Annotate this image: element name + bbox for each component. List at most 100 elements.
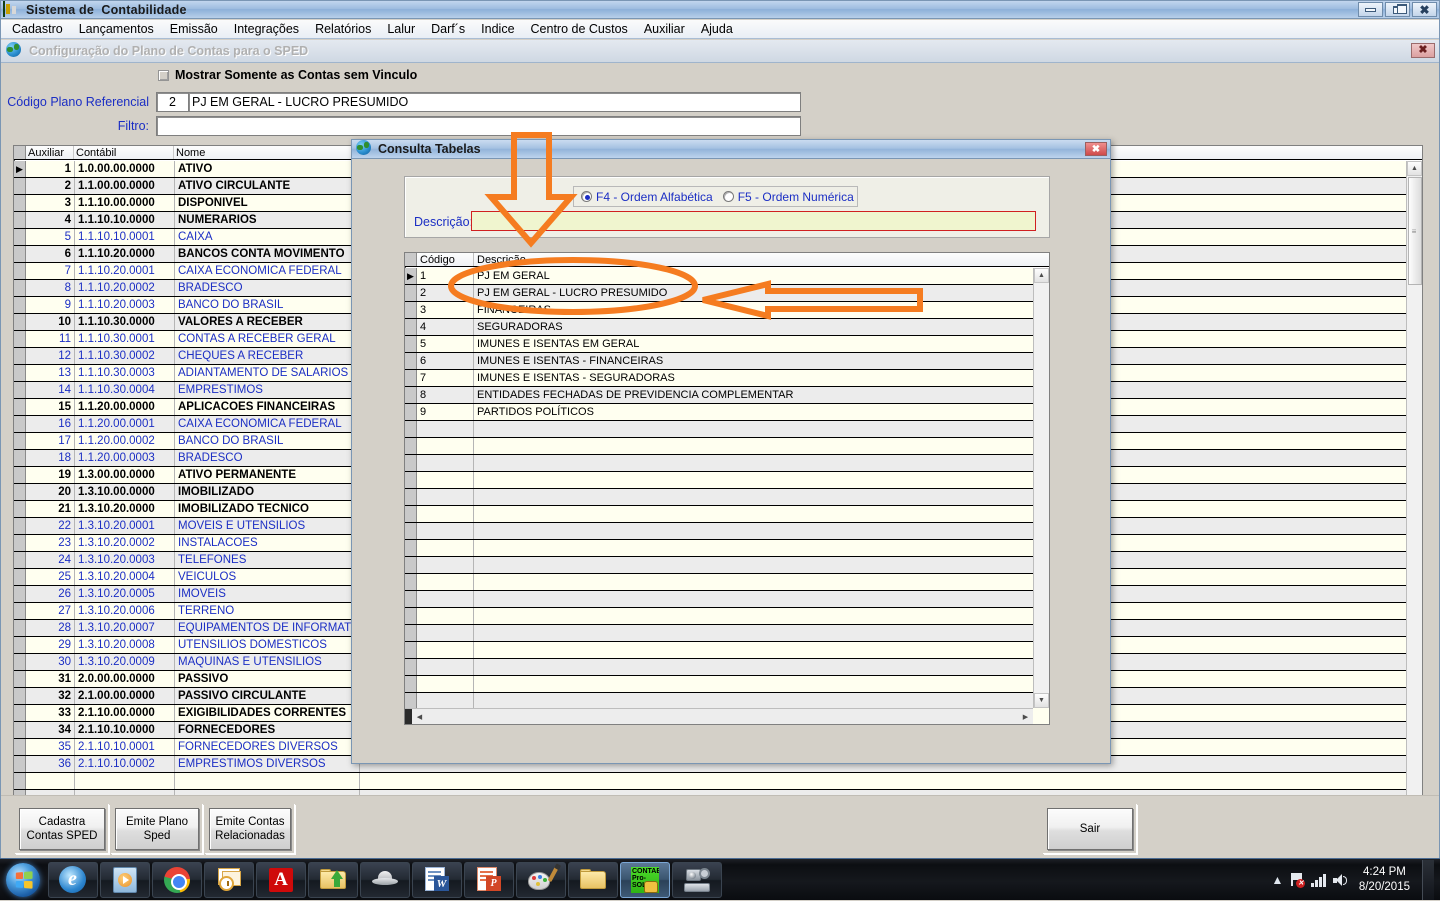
cell-contabil[interactable]: 1.1.10.20.0001: [74, 263, 174, 279]
dialog-cell-descricao[interactable]: [474, 489, 1033, 505]
row-indicator[interactable]: [14, 773, 26, 789]
cell-auxiliar[interactable]: 21: [26, 501, 74, 517]
list-item[interactable]: ▶ 1 PJ EM GERAL: [405, 268, 1033, 285]
cell-nome[interactable]: CAIXA ECONOMICA FEDERAL: [174, 263, 359, 279]
cell-auxiliar[interactable]: 6: [26, 246, 74, 262]
dialog-row-indicator[interactable]: [405, 472, 417, 488]
dialog-cell-codigo[interactable]: [417, 659, 474, 675]
list-item[interactable]: 7 IMUNES E ISENTAS - SEGURADORAS: [405, 370, 1033, 387]
cell-nome[interactable]: [174, 773, 359, 789]
dialog-scroll-left-button[interactable]: ◀: [412, 709, 427, 724]
cell-contabil[interactable]: 1.1.10.10.0001: [74, 229, 174, 245]
list-item[interactable]: [405, 455, 1033, 472]
taskbar-paint[interactable]: [516, 861, 566, 898]
row-indicator[interactable]: [14, 518, 26, 534]
cell-nome[interactable]: CAIXA ECONOMICA FEDERAL: [174, 416, 359, 432]
dialog-cell-codigo[interactable]: 5: [417, 336, 474, 352]
row-indicator[interactable]: [14, 722, 26, 738]
dialog-cell-descricao[interactable]: [474, 625, 1033, 641]
row-indicator[interactable]: [14, 365, 26, 381]
cell-nome[interactable]: IMOVEIS: [174, 586, 359, 602]
menu-auxiliar[interactable]: Auxiliar: [636, 21, 693, 37]
cell-nome[interactable]: MOVEIS E UTENSILIOS: [174, 518, 359, 534]
taskbar-google-chrome[interactable]: [152, 861, 202, 898]
radio-ordem-alfabetica[interactable]: F4 - Ordem Alfabética: [581, 190, 713, 204]
row-indicator[interactable]: [14, 552, 26, 568]
list-item[interactable]: [405, 506, 1033, 523]
dialog-cell-descricao[interactable]: ENTIDADES FECHADAS DE PREVIDENCIA COMPLE…: [474, 387, 1033, 403]
dialog-cell-descricao[interactable]: [474, 472, 1033, 488]
dialog-cell-codigo[interactable]: 1: [417, 268, 474, 284]
cell-contabil[interactable]: 1.1.10.20.0003: [74, 297, 174, 313]
list-item[interactable]: 8 ENTIDADES FECHADAS DE PREVIDENCIA COMPL…: [405, 387, 1033, 404]
cell-auxiliar[interactable]: 19: [26, 467, 74, 483]
dialog-grid-header-descricao[interactable]: Descrição: [474, 253, 1049, 266]
cell-auxiliar[interactable]: 12: [26, 348, 74, 364]
cell-nome[interactable]: FORNECEDORES: [174, 722, 359, 738]
dialog-cell-descricao[interactable]: [474, 574, 1033, 590]
list-item[interactable]: [405, 608, 1033, 625]
row-indicator[interactable]: [14, 637, 26, 653]
row-indicator[interactable]: [14, 280, 26, 296]
dialog-row-indicator[interactable]: [405, 387, 417, 403]
cell-nome[interactable]: VEICULOS: [174, 569, 359, 585]
list-item[interactable]: [405, 574, 1033, 591]
cell-contabil[interactable]: 2.1.10.10.0001: [74, 739, 174, 755]
row-indicator[interactable]: [14, 229, 26, 245]
cell-contabil[interactable]: 1.1.10.10.0000: [74, 212, 174, 228]
row-indicator[interactable]: [14, 399, 26, 415]
cell-nome[interactable]: CHEQUES A RECEBER: [174, 348, 359, 364]
row-indicator[interactable]: [14, 178, 26, 194]
cell-auxiliar[interactable]: 5: [26, 229, 74, 245]
list-item[interactable]: [405, 540, 1033, 557]
cell-contabil[interactable]: 1.1.20.00.0002: [74, 433, 174, 449]
dialog-row-indicator[interactable]: [405, 370, 417, 386]
dialog-cell-descricao[interactable]: [474, 438, 1033, 454]
menu-cadastro[interactable]: Cadastro: [4, 21, 71, 37]
dialog-row-indicator[interactable]: [405, 438, 417, 454]
mdi-close-button[interactable]: ✖: [1411, 43, 1435, 58]
cell-auxiliar[interactable]: 15: [26, 399, 74, 415]
row-indicator[interactable]: [14, 756, 26, 772]
list-item[interactable]: 3 FINANCEIRAS: [405, 302, 1033, 319]
dialog-cell-descricao[interactable]: [474, 557, 1033, 573]
dialog-cell-codigo[interactable]: [417, 557, 474, 573]
row-indicator[interactable]: [14, 569, 26, 585]
menu-lalur[interactable]: Lalur: [379, 21, 423, 37]
grid-header-auxiliar[interactable]: Auxiliar: [26, 146, 74, 159]
dialog-cell-codigo[interactable]: [417, 540, 474, 556]
cell-nome[interactable]: IMOBILIZADO: [174, 484, 359, 500]
row-indicator[interactable]: [14, 501, 26, 517]
row-indicator[interactable]: [14, 297, 26, 313]
cell-nome[interactable]: BANCOS CONTA MOVIMENTO: [174, 246, 359, 262]
cell-auxiliar[interactable]: 17: [26, 433, 74, 449]
radio-alfabetica-indicator[interactable]: [581, 191, 592, 202]
cell-contabil[interactable]: 1.1.10.30.0001: [74, 331, 174, 347]
list-item[interactable]: [405, 489, 1033, 506]
cell-auxiliar[interactable]: 3: [26, 195, 74, 211]
dialog-row-indicator[interactable]: [405, 489, 417, 505]
cell-auxiliar[interactable]: 35: [26, 739, 74, 755]
taskbar-microsoft-word[interactable]: W: [412, 861, 462, 898]
cell-contabil[interactable]: 1.3.10.20.0008: [74, 637, 174, 653]
list-item[interactable]: [405, 472, 1033, 489]
network-status-icon[interactable]: ✕: [1290, 873, 1306, 888]
dialog-cell-codigo[interactable]: [417, 574, 474, 590]
menu-darfs[interactable]: Darf´s: [423, 21, 473, 37]
row-indicator[interactable]: [14, 246, 26, 262]
menu-lancamentos[interactable]: Lançamentos: [71, 21, 162, 37]
cell-contabil[interactable]: 1.3.10.20.0000: [74, 501, 174, 517]
cell-extra[interactable]: [359, 773, 1406, 789]
cell-contabil[interactable]: 2.1.00.00.0000: [74, 688, 174, 704]
grid-vertical-scroll-thumb[interactable]: ≡: [1407, 177, 1422, 285]
show-hidden-icons-button[interactable]: ▲: [1271, 873, 1283, 887]
cell-contabil[interactable]: 2.1.10.10.0002: [74, 756, 174, 772]
radio-ordem-numerica[interactable]: F5 - Ordem Numérica: [722, 190, 854, 204]
dialog-cell-descricao[interactable]: IMUNES E ISENTAS - SEGURADORAS: [474, 370, 1033, 386]
cell-auxiliar[interactable]: 7: [26, 263, 74, 279]
dialog-row-indicator[interactable]: [405, 574, 417, 590]
dialog-cell-descricao[interactable]: [474, 523, 1033, 539]
taskbar-microsoft-outlook[interactable]: [204, 861, 254, 898]
dialog-row-indicator[interactable]: [405, 302, 417, 318]
dialog-cell-codigo[interactable]: 2: [417, 285, 474, 301]
